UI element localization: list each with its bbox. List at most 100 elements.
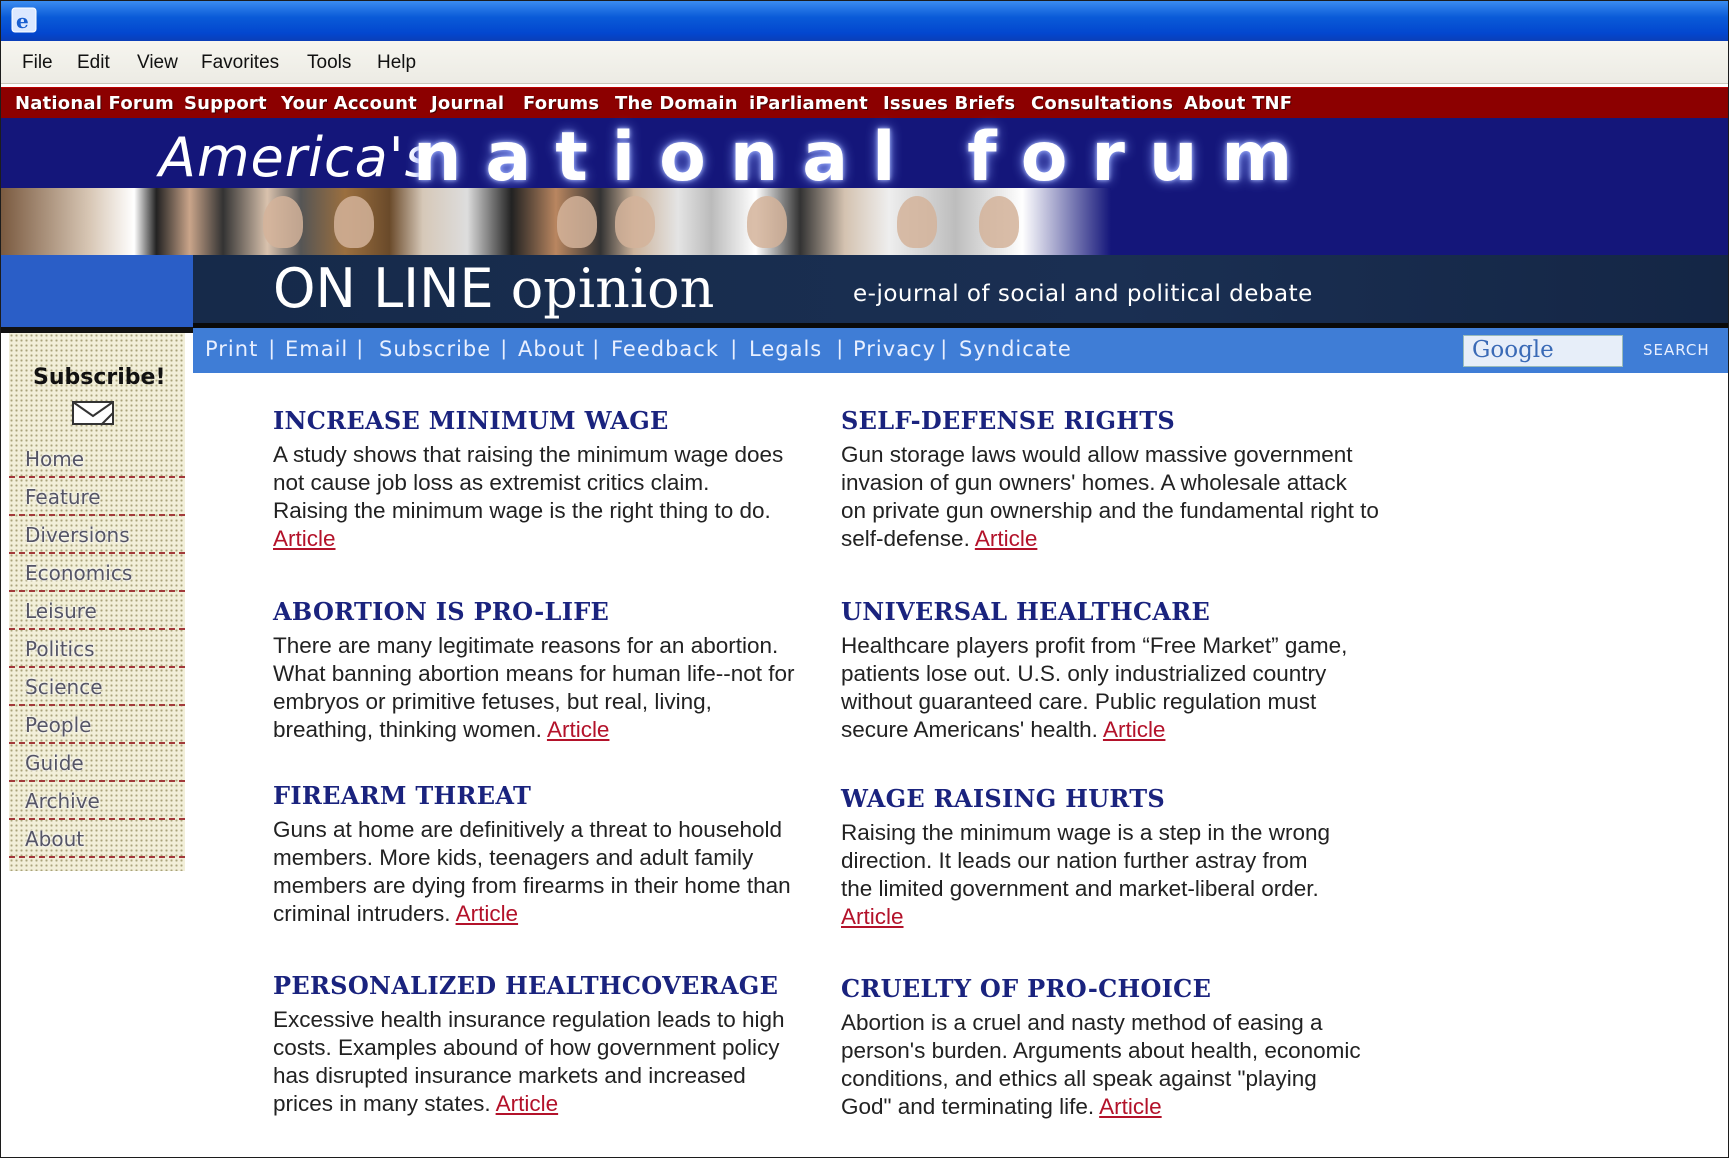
nav-forums[interactable]: Forums — [523, 93, 599, 114]
tool-email[interactable]: Email — [285, 337, 348, 361]
summary-line: not cause job loss as extremist critics … — [273, 470, 710, 495]
sidebar-item-label: Feature — [25, 485, 101, 509]
nav-national-forum[interactable]: National Forum — [15, 93, 174, 114]
nav-your-account[interactable]: Your Account — [281, 93, 417, 114]
sidebar-item-label: About — [25, 827, 85, 851]
menu-bar: File Edit View Favorites Tools Help — [1, 41, 1728, 84]
sidebar-item-label: Economics — [25, 561, 133, 585]
sidebar-item-label: People — [25, 713, 92, 737]
summary-line: the limited government and market-libera… — [841, 876, 1319, 901]
article-link[interactable]: Article — [1099, 1094, 1162, 1119]
nav-journal[interactable]: Journal — [431, 93, 504, 114]
summary-line: members. More kids, teenagers and adult … — [273, 845, 754, 870]
sidebar-item-label: Diversions — [25, 523, 130, 547]
article-card: SELF-DEFENSE RIGHTS Gun storage laws wou… — [841, 406, 1381, 553]
article-title[interactable]: CRUELTY OF PRO-CHOICE — [841, 974, 1381, 1003]
menu-help[interactable]: Help — [377, 52, 416, 74]
sidebar-item-leisure[interactable]: Leisure — [9, 593, 185, 630]
tool-syndicate[interactable]: Syndicate — [959, 337, 1072, 361]
article-link[interactable]: Article — [1103, 717, 1166, 742]
summary-line: embryos or primitive fetuses, but real, … — [273, 689, 712, 714]
article-summary: Guns at home are definitively a threat t… — [273, 816, 813, 928]
search-button[interactable]: SEARCH — [1643, 341, 1710, 359]
envelope-icon[interactable] — [71, 399, 115, 427]
article-card: ABORTION IS PRO-LIFE There are many legi… — [273, 597, 813, 744]
article-title[interactable]: PERSONALIZED HEALTHCOVERAGE — [273, 971, 813, 1000]
summary-line: Abortion is a cruel and nasty method of … — [841, 1010, 1323, 1035]
sidebar-item-label: Science — [25, 675, 103, 699]
menu-favorites[interactable]: Favorites — [201, 52, 279, 74]
article-link[interactable]: Article — [273, 526, 336, 551]
sidebar-item-label: Politics — [25, 637, 95, 661]
article-summary: A study shows that raising the minimum w… — [273, 441, 813, 553]
summary-line: Excessive health insurance regulation le… — [273, 1007, 785, 1032]
nav-consultations[interactable]: Consultations — [1031, 93, 1173, 114]
svg-text:e: e — [16, 9, 29, 33]
subscribe-label[interactable]: Subscribe! — [33, 365, 165, 390]
article-card: PERSONALIZED HEALTHCOVERAGE Excessive he… — [273, 971, 813, 1118]
article-title[interactable]: FIREARM THREAT — [273, 781, 813, 810]
article-link[interactable]: Article — [496, 1091, 559, 1116]
search-input[interactable]: Google — [1463, 335, 1623, 367]
tool-privacy[interactable]: Privacy — [853, 337, 936, 361]
summary-line: invasion of gun owners' homes. A wholesa… — [841, 470, 1347, 495]
nav-support[interactable]: Support — [184, 93, 267, 114]
sidebar-item-science[interactable]: Science — [9, 669, 185, 706]
article-summary: Abortion is a cruel and nasty method of … — [841, 1009, 1381, 1121]
sidebar-item-about[interactable]: About — [9, 821, 185, 858]
article-title[interactable]: WAGE RAISING HURTS — [841, 784, 1381, 813]
article-link[interactable]: Article — [456, 901, 519, 926]
internet-explorer-icon[interactable]: e — [11, 7, 37, 33]
summary-line: without guaranteed care. Public regulati… — [841, 689, 1317, 714]
article-title[interactable]: UNIVERSAL HEALTHCARE — [841, 597, 1381, 626]
article-link[interactable]: Article — [841, 904, 904, 929]
separator: | — [941, 337, 947, 360]
nav-about-tnf[interactable]: About TNF — [1184, 93, 1292, 114]
tool-about[interactable]: About — [518, 337, 585, 361]
summary-line: secure Americans' health. — [841, 717, 1103, 742]
logo-opinion: opinion — [510, 257, 715, 320]
nav-the-domain[interactable]: The Domain — [615, 93, 738, 114]
separator: | — [501, 337, 507, 360]
tagline: e-journal of social and political debate — [853, 281, 1313, 307]
article-link[interactable]: Article — [547, 717, 610, 742]
summary-line: What banning abortion means for human li… — [273, 661, 795, 686]
tool-feedback[interactable]: Feedback — [611, 337, 719, 361]
sidebar-item-feature[interactable]: Feature — [9, 479, 185, 516]
menu-file[interactable]: File — [22, 52, 53, 74]
article-title[interactable]: INCREASE MINIMUM WAGE — [273, 406, 813, 435]
article-title[interactable]: ABORTION IS PRO-LIFE — [273, 597, 813, 626]
menu-edit[interactable]: Edit — [77, 52, 110, 74]
online-opinion-logo[interactable]: ON LINE opinion — [273, 257, 714, 320]
summary-line: Guns at home are definitively a threat t… — [273, 817, 783, 842]
tool-legals[interactable]: Legals — [749, 337, 822, 361]
article-card: WAGE RAISING HURTS Raising the minimum w… — [841, 784, 1381, 931]
summary-line: members are dying from firearms in their… — [273, 873, 791, 898]
menu-tools[interactable]: Tools — [307, 52, 351, 74]
tool-subscribe[interactable]: Subscribe — [379, 337, 491, 361]
sidebar-item-archive[interactable]: Archive — [9, 783, 185, 820]
sidebar-item-home[interactable]: Home — [9, 441, 185, 478]
sidebar-item-economics[interactable]: Economics — [9, 555, 185, 592]
logo-on-line: ON LINE — [273, 257, 494, 320]
nav-iparliament[interactable]: iParliament — [749, 93, 868, 114]
banner-title-main: national forum — [413, 118, 1317, 197]
sidebar-item-label: Guide — [25, 751, 84, 775]
sidebar-item-diversions[interactable]: Diversions — [9, 517, 185, 554]
sidebar-item-politics[interactable]: Politics — [9, 631, 185, 668]
article-title[interactable]: SELF-DEFENSE RIGHTS — [841, 406, 1381, 435]
sidebar-item-guide[interactable]: Guide — [9, 745, 185, 782]
article-card: CRUELTY OF PRO-CHOICE Abortion is a crue… — [841, 974, 1381, 1121]
article-link[interactable]: Article — [975, 526, 1038, 551]
sidebar-item-label: Home — [25, 447, 85, 471]
tools-bar: Print | Email | Subscribe | About | Feed… — [193, 328, 1728, 373]
banner-title-prefix: America's — [159, 126, 434, 189]
site-banner: America's national forum — [1, 118, 1728, 255]
sidebar-item-people[interactable]: People — [9, 707, 185, 744]
nav-issues-briefs[interactable]: Issues Briefs — [883, 93, 1015, 114]
tool-print[interactable]: Print — [205, 337, 258, 361]
menu-view[interactable]: View — [137, 52, 178, 74]
sidebar-item-label: Leisure — [25, 599, 97, 623]
article-summary: Gun storage laws would allow massive gov… — [841, 441, 1381, 553]
summary-line: person's burden. Arguments about health,… — [841, 1038, 1361, 1063]
